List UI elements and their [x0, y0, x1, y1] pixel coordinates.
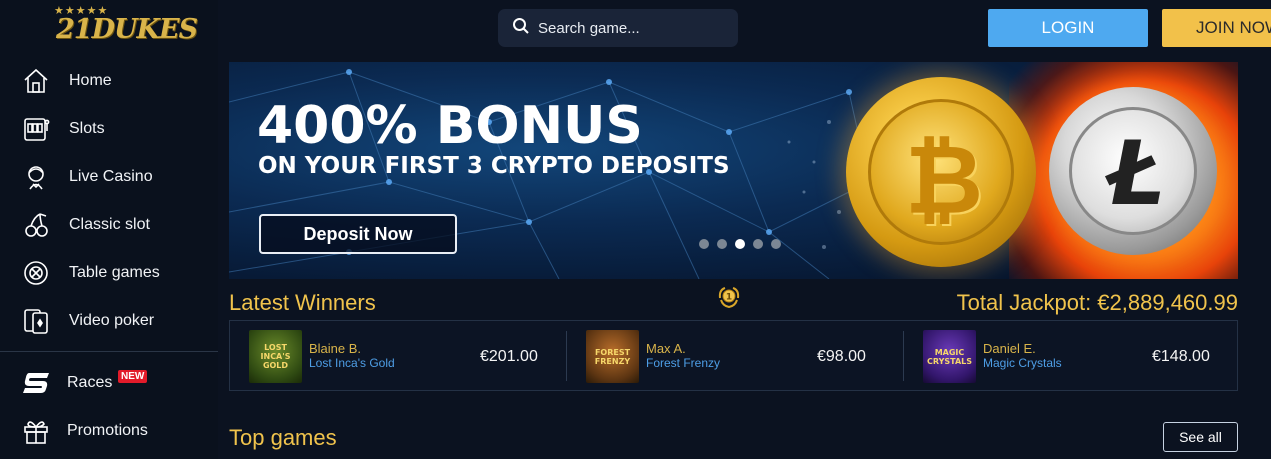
sidebar-item-table-games[interactable]: Table games — [0, 251, 218, 295]
promo-banner[interactable]: ₿ Ł 400% BONUS ON YOUR FIRST 3 CRYPTO DE… — [229, 62, 1238, 279]
sidebar-item-classic-slot[interactable]: Classic slot — [0, 203, 218, 247]
game-thumbnail[interactable]: FOREST FRENZY — [586, 330, 639, 383]
dealer-icon — [20, 161, 52, 193]
sidebar: ★★★★★ 21DUKES Home Slots Live Casino Cla… — [0, 0, 218, 459]
sidebar-item-video-poker[interactable]: Video poker — [0, 299, 218, 343]
carousel-dot[interactable] — [753, 239, 763, 249]
bitcoin-coin-image: ₿ — [846, 77, 1036, 267]
carousel-dots — [699, 239, 781, 249]
logo[interactable]: ★★★★★ 21DUKES — [54, 4, 198, 54]
gift-icon — [20, 415, 52, 447]
see-all-button[interactable]: See all — [1163, 422, 1238, 452]
carousel-dot[interactable] — [717, 239, 727, 249]
cherries-icon — [20, 209, 52, 241]
winner-amount: €148.00 — [1152, 348, 1210, 365]
litecoin-coin-image: Ł — [1049, 87, 1217, 255]
cards-icon — [20, 305, 52, 337]
winner-amount: €201.00 — [480, 348, 538, 365]
total-jackpot: Total Jackpot: €2,889,460.99 — [956, 290, 1238, 315]
winner-name: Daniel E. — [983, 341, 1036, 356]
search-input[interactable] — [538, 19, 728, 37]
banner-headline: 400% BONUS — [257, 96, 643, 156]
winner-name: Max A. — [646, 341, 686, 356]
sidebar-item-races[interactable]: Races NEW — [0, 361, 218, 405]
carousel-dot-active[interactable] — [735, 239, 745, 249]
sidebar-item-home[interactable]: Home — [0, 59, 218, 103]
medal-icon: 1 — [717, 286, 741, 310]
sidebar-item-live-casino[interactable]: Live Casino — [0, 155, 218, 199]
sidebar-divider — [0, 351, 218, 352]
game-thumbnail[interactable]: LOST INCA'S GOLD — [249, 330, 302, 383]
sidebar-item-label: Table games — [69, 264, 160, 281]
winner-item[interactable]: MAGIC CRYSTALS Daniel E. Magic Crystals … — [904, 321, 1238, 390]
sidebar-item-label: Live Casino — [69, 168, 153, 185]
carousel-dot[interactable] — [771, 239, 781, 249]
chip-icon — [20, 257, 52, 289]
search-box[interactable] — [498, 9, 738, 47]
winner-item[interactable]: FOREST FRENZY Max A. Forest Frenzy €98.0… — [567, 321, 903, 390]
sidebar-item-slots[interactable]: Slots — [0, 107, 218, 151]
join-now-button[interactable]: JOIN NOW — [1162, 9, 1271, 47]
winner-name: Blaine B. — [309, 341, 362, 356]
winner-item[interactable]: LOST INCA'S GOLD Blaine B. Lost Inca's G… — [230, 321, 566, 390]
svg-text:1: 1 — [726, 293, 732, 303]
carousel-dot[interactable] — [699, 239, 709, 249]
sidebar-item-promotions[interactable]: Promotions — [0, 409, 218, 453]
logo-text: 21DUKES — [56, 14, 198, 45]
banner-subheadline: ON YOUR FIRST 3 CRYPTO DEPOSITS — [258, 153, 730, 179]
winner-game-link[interactable]: Forest Frenzy — [646, 356, 720, 370]
races-icon — [20, 367, 52, 399]
sidebar-item-label: Races — [67, 374, 113, 391]
slot-machine-icon — [20, 113, 52, 145]
latest-winners-title: Latest Winners — [229, 290, 376, 315]
login-button[interactable]: LOGIN — [988, 9, 1148, 47]
game-thumbnail[interactable]: MAGIC CRYSTALS — [923, 330, 976, 383]
new-badge: NEW — [118, 370, 148, 383]
sidebar-item-label: Promotions — [67, 422, 148, 439]
winners-list: LOST INCA'S GOLD Blaine B. Lost Inca's G… — [229, 320, 1238, 391]
sidebar-item-label: Classic slot — [69, 216, 150, 233]
winner-game-link[interactable]: Magic Crystals — [983, 356, 1062, 370]
sidebar-item-label: Video poker — [69, 312, 155, 329]
top-games-title: Top games — [229, 425, 337, 450]
sidebar-item-label: Home — [69, 72, 112, 89]
winner-game-link[interactable]: Lost Inca's Gold — [309, 356, 395, 370]
winner-amount: €98.00 — [817, 348, 866, 365]
deposit-now-button[interactable]: Deposit Now — [259, 214, 457, 254]
search-icon — [512, 17, 530, 40]
home-icon — [20, 65, 52, 97]
sidebar-item-label: Slots — [69, 120, 105, 137]
